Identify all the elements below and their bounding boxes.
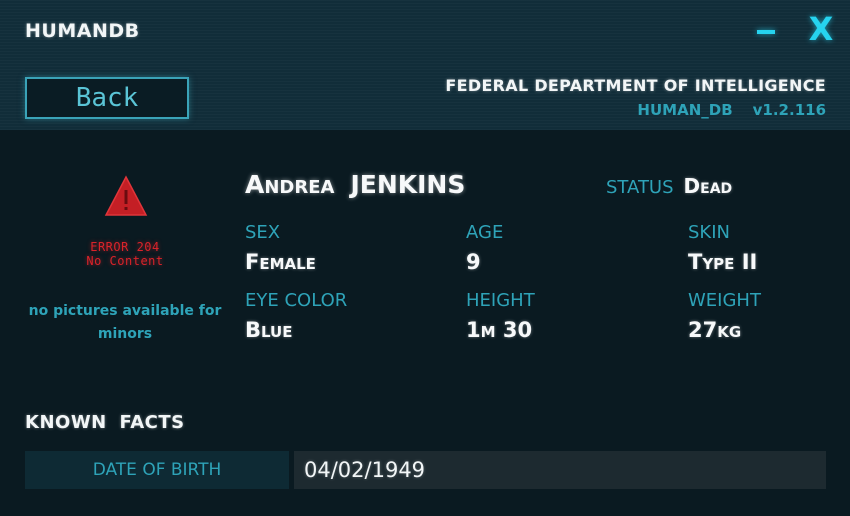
close-button[interactable]: X	[804, 10, 838, 48]
back-button[interactable]: Back	[25, 77, 189, 119]
field-value: Type II	[688, 250, 758, 274]
agency-title: FEDERAL DEPARTMENT OF INTELLIGENCE	[445, 76, 826, 95]
fact-label: DATE OF BIRTH	[25, 451, 289, 489]
field-height: HEIGHT 1m 30	[466, 290, 535, 344]
field-value: 27kg	[688, 318, 742, 342]
field-value: Blue	[245, 318, 293, 342]
fact-value: 04/02/1949	[294, 451, 826, 489]
field-age: AGE 9	[466, 222, 503, 276]
minimize-button[interactable]	[752, 12, 782, 48]
no-picture-note: no pictures available for minors	[28, 303, 222, 342]
fact-row: DATE OF BIRTH 04/02/1949	[25, 451, 826, 489]
field-sex: SEX Female	[245, 222, 316, 276]
db-version: v1.2.116	[752, 101, 826, 119]
field-value: 1m 30	[466, 318, 533, 342]
status-label: STATUS	[606, 177, 674, 198]
field-skin: SKIN Type II	[688, 222, 757, 276]
field-label: EYE COLOR	[245, 290, 348, 311]
status-field: STATUS Dead	[606, 174, 732, 198]
field-value: 9	[466, 250, 481, 274]
person-name: Andrea JENKINS	[245, 170, 465, 199]
status-value: Dead	[683, 174, 733, 198]
last-name: JENKINS	[350, 170, 466, 199]
error-code: ERROR 204	[90, 240, 160, 254]
field-weight: WEIGHT 27kg	[688, 290, 761, 344]
db-info: HUMAN_DB v1.2.116	[637, 101, 826, 119]
db-name: HUMAN_DB	[637, 101, 733, 119]
first-name: Andrea	[245, 170, 335, 199]
humandb-window: HUMANDB X Back FEDERAL DEPARTMENT OF INT…	[0, 0, 850, 516]
photo-error: ERROR 204 No Content	[60, 240, 190, 268]
field-label: WEIGHT	[688, 290, 761, 311]
app-title: HUMANDB	[25, 20, 140, 42]
field-eye-color: EYE COLOR Blue	[245, 290, 347, 344]
field-label: SEX	[245, 222, 281, 243]
warning-triangle-icon	[104, 175, 148, 216]
error-message: No Content	[86, 254, 164, 268]
field-value: Female	[245, 250, 316, 274]
known-facts-title: KNOWN FACTS	[25, 412, 185, 433]
field-label: SKIN	[688, 222, 731, 243]
field-label: HEIGHT	[466, 290, 535, 311]
field-label: AGE	[466, 222, 504, 243]
